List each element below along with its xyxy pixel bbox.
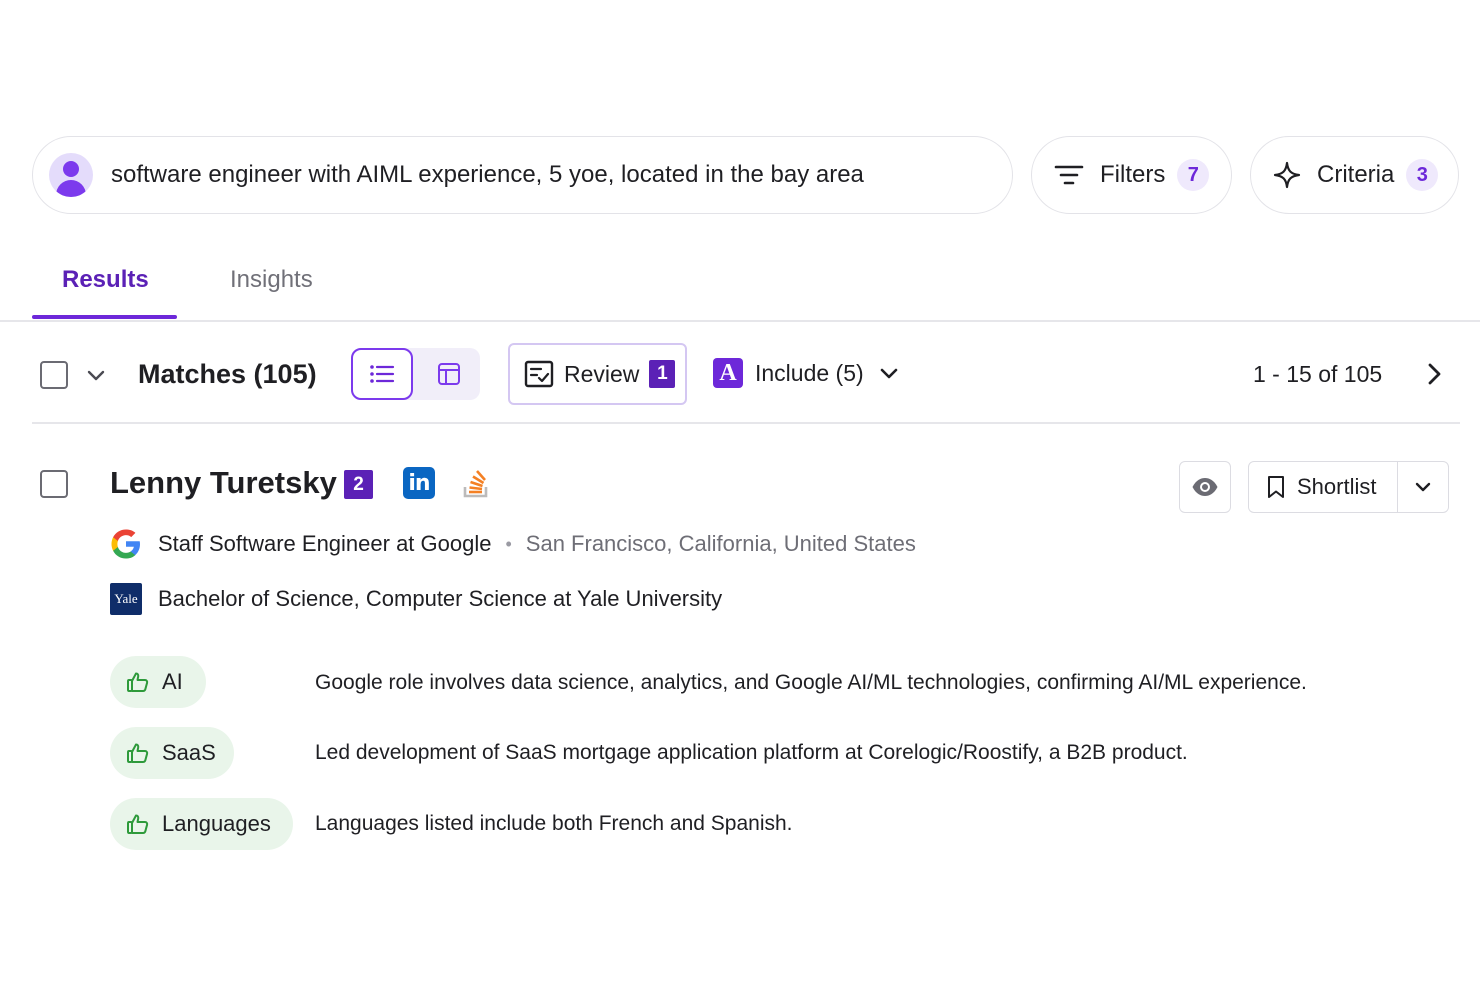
pagination-range: 1 - 15 of 105	[1253, 361, 1383, 387]
chevron-down-icon	[880, 368, 897, 379]
criteria-reason: Languages listed include both French and…	[315, 812, 793, 835]
review-checklist-icon	[524, 360, 554, 388]
yale-logo-icon: Yale	[110, 583, 142, 615]
filters-button[interactable]: Filters 7	[1031, 136, 1232, 214]
tab-results[interactable]: Results	[62, 266, 149, 294]
thumbs-up-icon	[127, 743, 149, 763]
view-profile-button[interactable]	[1179, 461, 1231, 513]
job-info: Staff Software Engineer at Google • San …	[110, 528, 916, 560]
chevron-down-icon[interactable]	[85, 364, 107, 386]
candidate-location: San Francisco, California, United States	[525, 531, 916, 556]
sparkle-icon	[1273, 161, 1301, 189]
active-tab-indicator	[32, 315, 177, 319]
review-label: Review	[564, 360, 640, 387]
select-all-checkbox[interactable]	[40, 361, 68, 389]
criteria-label: AI	[162, 669, 183, 694]
criteria-button[interactable]: Criteria 3	[1250, 136, 1459, 214]
candidate-name[interactable]: Lenny Turetsky	[110, 465, 337, 501]
candidate-badge: 2	[344, 470, 373, 499]
toolbar-divider	[32, 422, 1460, 424]
include-logo-icon: A	[713, 358, 743, 388]
search-query[interactable]: software engineer with AIML experience, …	[111, 161, 864, 189]
stackoverflow-icon[interactable]	[462, 467, 490, 499]
criteria-label: Criteria	[1317, 161, 1395, 188]
shortlist-menu-button[interactable]	[1398, 477, 1448, 497]
criteria-count-badge: 3	[1406, 159, 1439, 191]
linkedin-icon[interactable]: in	[403, 467, 435, 499]
eye-icon	[1192, 478, 1218, 496]
tab-insights[interactable]: Insights	[230, 266, 313, 294]
table-view-button[interactable]	[420, 348, 478, 400]
google-logo-icon	[111, 529, 140, 559]
job-title: Staff Software Engineer at Google	[158, 531, 492, 556]
chevron-down-icon	[1415, 482, 1431, 492]
include-label: Include (5)	[755, 359, 864, 386]
criteria-chip-ai: AI	[110, 656, 206, 708]
criteria-label: Languages	[162, 811, 271, 836]
criteria-chip-saas: SaaS	[110, 727, 234, 779]
review-count-badge: 1	[649, 360, 676, 388]
filter-lines-icon	[1054, 165, 1084, 185]
filters-label: Filters	[1100, 161, 1166, 188]
review-button[interactable]: Review 1	[508, 343, 687, 405]
list-view-icon	[370, 365, 395, 383]
criteria-chip-languages: Languages	[110, 798, 293, 850]
education-text: Bachelor of Science, Computer Science at…	[158, 586, 723, 611]
candidate-checkbox[interactable]	[40, 470, 68, 498]
tabs-divider	[0, 320, 1480, 322]
criteria-reason: Led development of SaaS mortgage applica…	[315, 741, 1188, 764]
shortlist-label: Shortlist	[1297, 474, 1377, 499]
shortlist-button-group: Shortlist	[1248, 461, 1449, 513]
separator-dot: •	[505, 533, 512, 554]
table-view-icon	[438, 363, 460, 385]
criteria-label: SaaS	[162, 740, 216, 765]
user-avatar-icon	[49, 153, 93, 197]
chevron-right-icon[interactable]	[1422, 360, 1446, 388]
list-view-button[interactable]	[351, 348, 413, 400]
thumbs-up-icon	[127, 672, 149, 692]
education-info: Yale Bachelor of Science, Computer Scien…	[110, 583, 722, 615]
matches-count: Matches (105)	[138, 359, 317, 389]
filters-count-badge: 7	[1177, 159, 1210, 191]
criteria-reason: Google role involves data science, analy…	[315, 671, 1307, 694]
shortlist-button[interactable]: Shortlist	[1249, 462, 1398, 512]
thumbs-up-icon	[127, 814, 149, 834]
bookmark-icon	[1268, 476, 1284, 498]
include-dropdown[interactable]: A Include (5)	[713, 358, 900, 388]
search-bar[interactable]: software engineer with AIML experience, …	[32, 136, 1013, 214]
